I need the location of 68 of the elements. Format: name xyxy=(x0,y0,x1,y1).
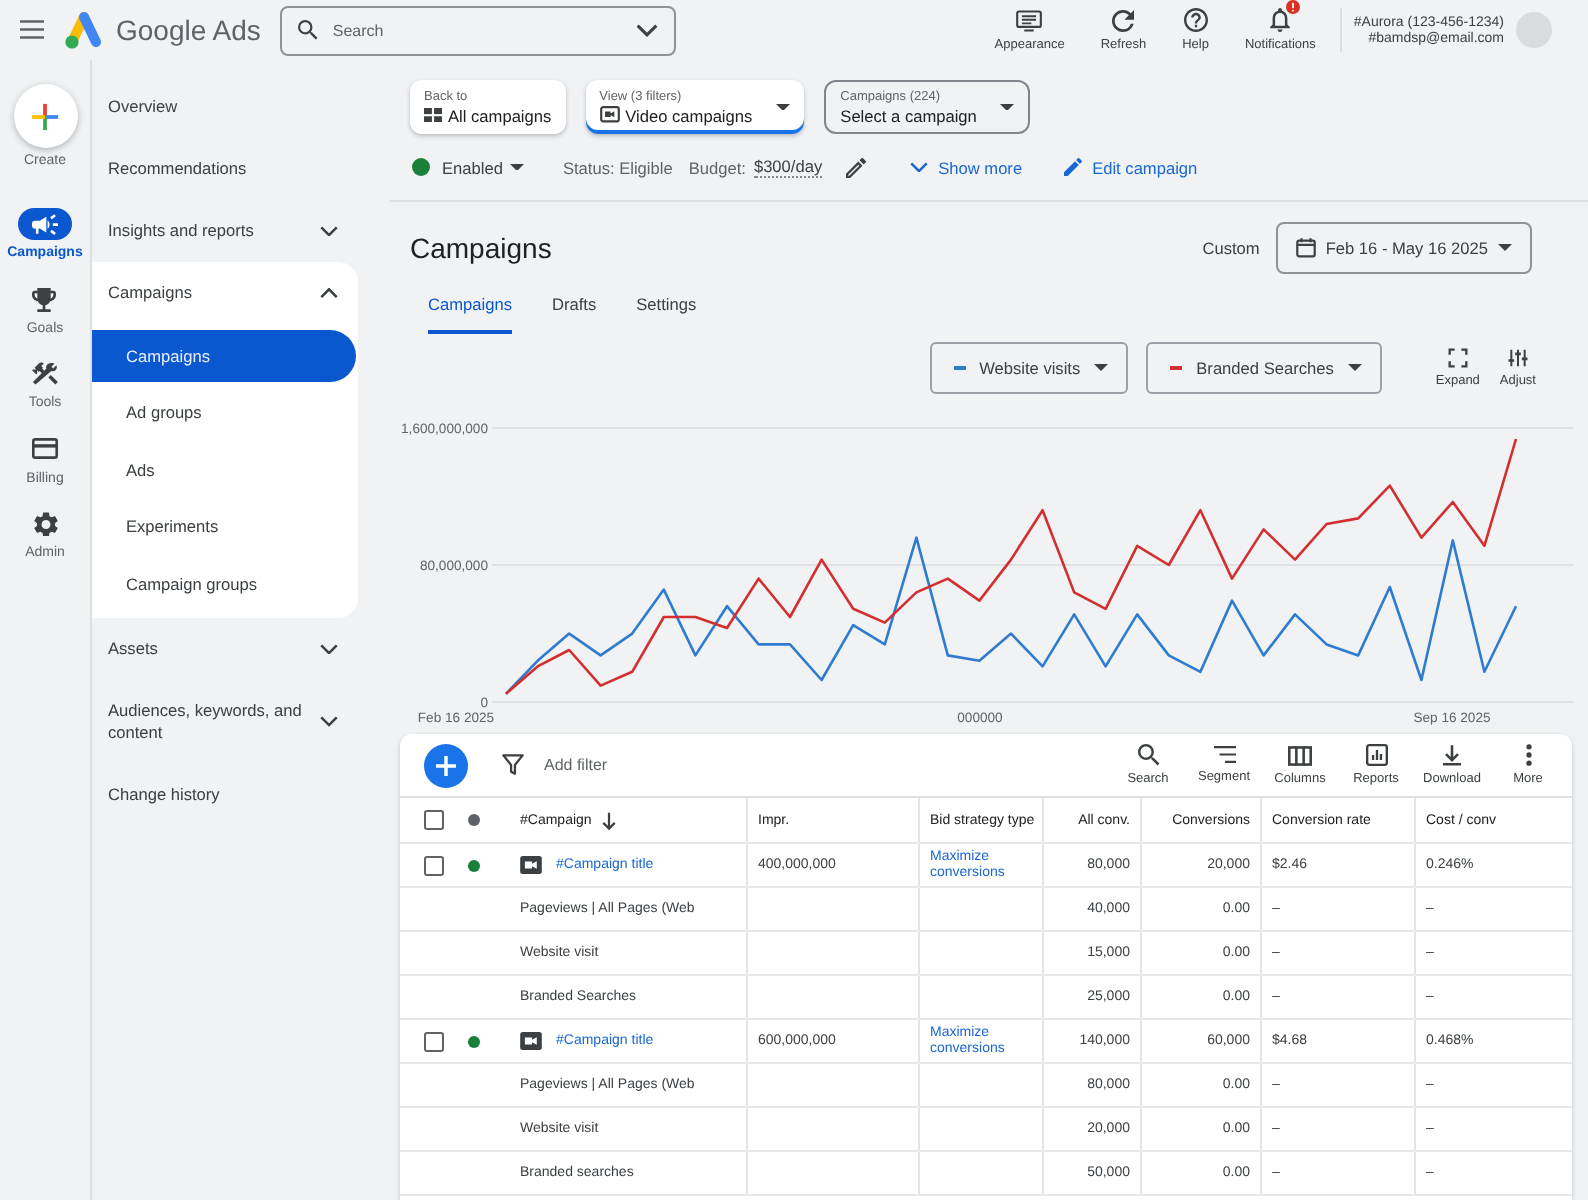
caret-down-icon xyxy=(1347,364,1362,372)
bar-chart-icon xyxy=(1365,744,1387,766)
video-icon xyxy=(520,1032,542,1050)
date-range-button[interactable]: Feb 16 - May 16 2025 xyxy=(1275,222,1532,274)
refresh-icon xyxy=(1112,9,1135,31)
arrow-down-icon[interactable] xyxy=(601,811,616,829)
nav-item[interactable]: Experiments xyxy=(92,500,356,552)
checkbox[interactable] xyxy=(424,1031,444,1051)
plus-icon xyxy=(436,755,456,775)
search-icon xyxy=(1137,744,1159,766)
show-more-button[interactable]: Show more xyxy=(910,157,1023,177)
status-dot-icon xyxy=(468,814,480,826)
status-dropdown[interactable]: Enabled xyxy=(412,157,525,177)
tab[interactable]: Settings xyxy=(636,274,697,334)
menu-icon[interactable] xyxy=(20,20,44,40)
nav-item[interactable]: Recommendations xyxy=(92,138,358,200)
more-icon xyxy=(1525,744,1531,766)
add-filter-button[interactable]: Add filter xyxy=(544,756,608,774)
help-icon xyxy=(1183,8,1208,32)
caret-down-icon xyxy=(1094,364,1109,372)
caret-down-icon xyxy=(776,103,791,111)
budget-label: Budget: xyxy=(688,157,746,177)
add-button[interactable] xyxy=(424,743,468,787)
checkbox[interactable] xyxy=(424,810,444,830)
nav-item[interactable]: Campaigns xyxy=(92,262,358,324)
nav-item[interactable]: Assets xyxy=(92,618,358,680)
budget-value[interactable]: $300/day xyxy=(753,156,823,178)
caret-down-icon xyxy=(1000,103,1015,111)
nav-item[interactable]: Campaign groups xyxy=(92,557,356,609)
edit-campaign-button[interactable]: Edit campaign xyxy=(1064,157,1198,177)
nav-item[interactable]: Insights and reports xyxy=(92,200,358,262)
nav-item[interactable]: Campaigns xyxy=(92,329,356,381)
app-title: Google Ads xyxy=(116,14,261,46)
date-range-label: Custom xyxy=(1202,238,1260,258)
chevron-down-icon xyxy=(910,161,929,173)
expand-icon xyxy=(1447,348,1468,368)
caret-down-icon xyxy=(1498,244,1512,252)
nav-item[interactable]: Change history xyxy=(92,764,358,826)
nav-item[interactable]: Overview xyxy=(92,76,358,138)
display-icon xyxy=(1016,9,1043,31)
calendar-icon xyxy=(1295,238,1316,258)
metric-dropdown[interactable]: Website visits xyxy=(929,342,1129,394)
bell-icon xyxy=(1270,8,1291,32)
chevron-down-icon[interactable] xyxy=(636,23,659,37)
nav-item[interactable]: Audiences, keywords, and content xyxy=(92,680,358,764)
metric-dropdown[interactable]: Branded Searches xyxy=(1146,342,1382,394)
columns-icon xyxy=(1288,745,1312,765)
checkbox[interactable] xyxy=(424,855,444,875)
pencil-icon[interactable] xyxy=(846,157,867,177)
search-icon xyxy=(298,20,319,40)
lines-icon xyxy=(1213,746,1235,764)
search-field[interactable]: Search xyxy=(280,5,677,55)
plus-icon xyxy=(13,84,77,148)
nav-item[interactable]: Ad groups xyxy=(92,386,356,438)
video-icon xyxy=(599,106,620,124)
video-icon xyxy=(520,856,542,874)
page-title: Campaigns xyxy=(410,232,552,264)
tab[interactable]: Drafts xyxy=(551,274,597,334)
caret-down-icon xyxy=(510,163,525,171)
status-text: Status: Eligible xyxy=(562,157,673,177)
filter-icon[interactable] xyxy=(502,754,524,776)
sliders-icon xyxy=(1507,348,1528,368)
pencil-icon xyxy=(1064,158,1083,176)
grid-icon xyxy=(424,107,442,123)
nav-item[interactable]: Ads xyxy=(92,443,356,495)
logo-icon xyxy=(64,10,104,50)
download-icon xyxy=(1442,744,1462,766)
tab[interactable]: Campaigns xyxy=(428,274,512,334)
